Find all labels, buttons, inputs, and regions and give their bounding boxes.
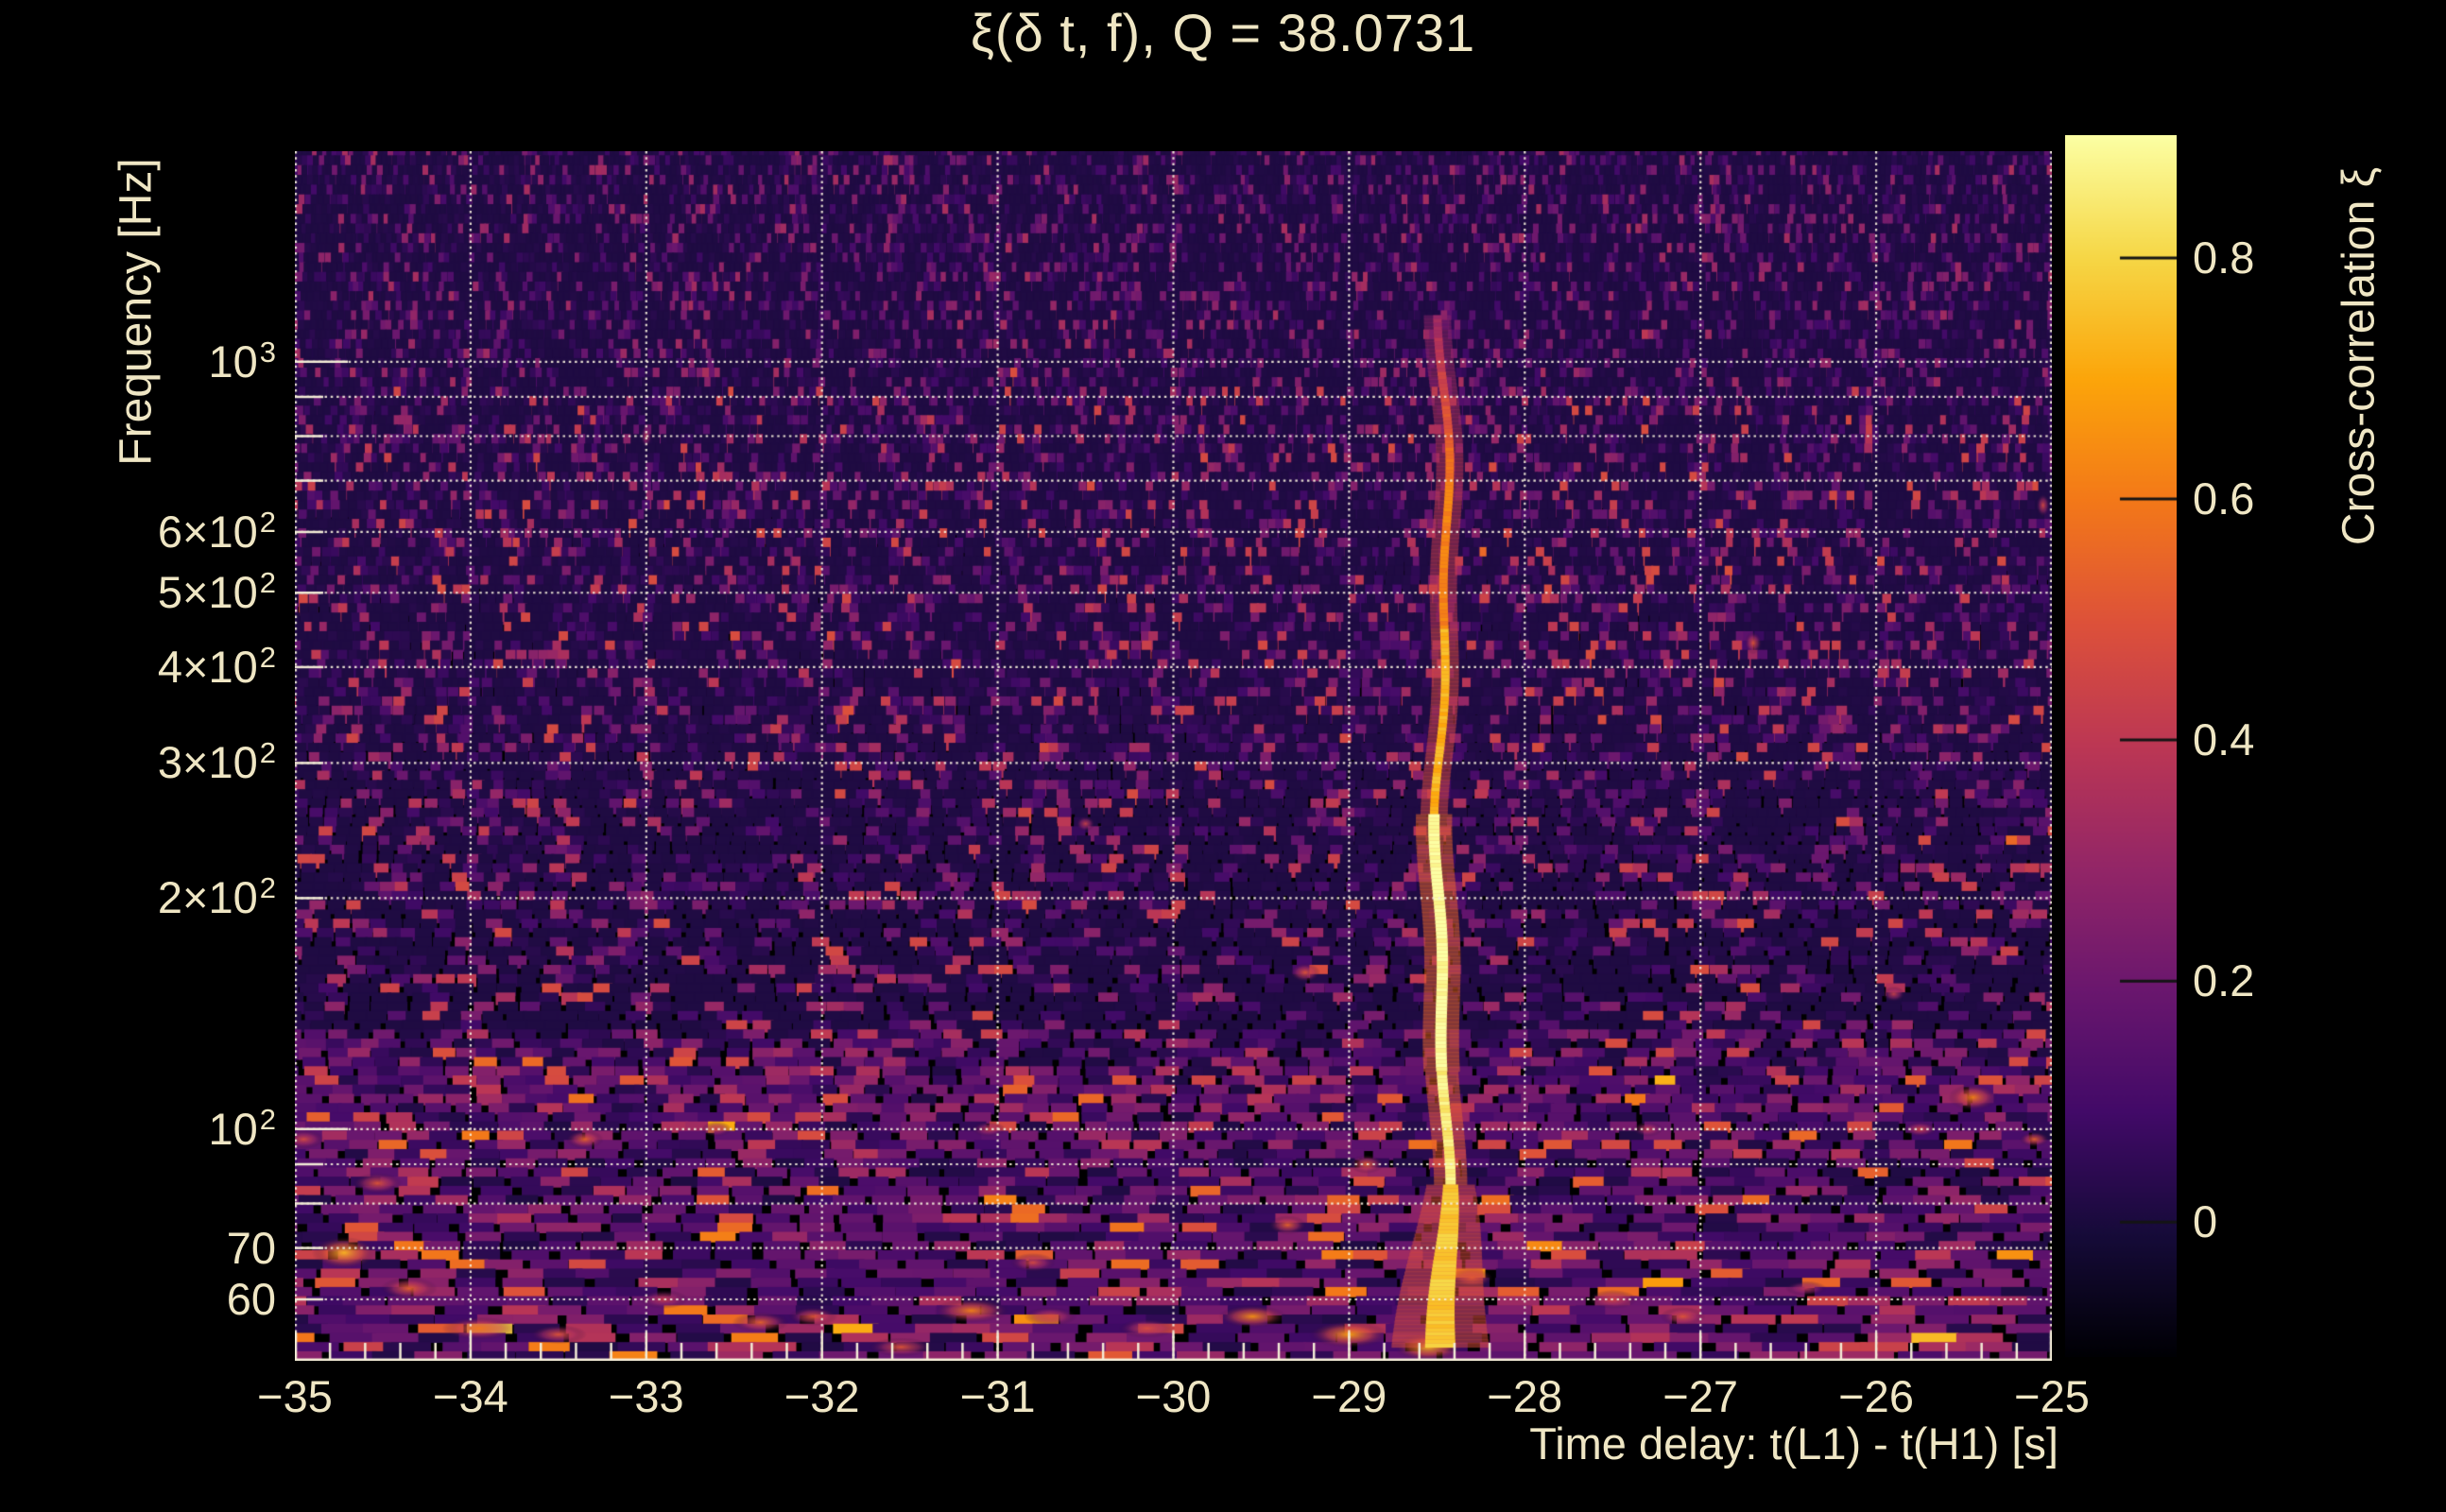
y-tick-label: 102 <box>208 1102 276 1154</box>
y-tick-label: 2×102 <box>157 871 276 923</box>
y-tick-label: 5×102 <box>157 566 276 618</box>
x-tick-label: −29 <box>1311 1371 1387 1421</box>
colorbar-tick-label: 0.6 <box>2193 473 2255 524</box>
x-tick-label: −32 <box>784 1371 860 1421</box>
y-tick-label: 70 <box>226 1222 276 1273</box>
x-tick-label: −31 <box>959 1371 1036 1421</box>
y-tick-label: 6×102 <box>157 505 276 557</box>
x-tick-label: −33 <box>608 1371 684 1421</box>
cross-correlation-figure: ξ(δ t, f), Q = 38.0731 Frequency [Hz] Ti… <box>0 0 2446 1512</box>
x-axis-title: Time delay: t(L1) - t(H1) [s] <box>1529 1418 2058 1469</box>
x-tick-label: −27 <box>1662 1371 1739 1421</box>
x-tick-label: −35 <box>257 1371 333 1421</box>
plot-title: ξ(δ t, f), Q = 38.0731 <box>970 3 1476 62</box>
x-tick-label: −28 <box>1487 1371 1563 1421</box>
y-tick-label: 60 <box>226 1273 276 1324</box>
y-tick-label: 103 <box>208 335 276 387</box>
x-tick-label: −34 <box>433 1371 508 1421</box>
colorbar-tick-label: 0.4 <box>2193 714 2255 765</box>
colorbar-tick-label: 0.2 <box>2193 955 2255 1006</box>
y-axis-title: Frequency [Hz] <box>111 158 162 466</box>
x-tick-label: −30 <box>1135 1371 1212 1421</box>
y-tick-label: 4×102 <box>157 640 276 692</box>
x-tick-label: −25 <box>2014 1371 2090 1421</box>
colorbar-tick-label: 0.8 <box>2193 232 2255 284</box>
colorbar-title: Cross-correlation ξ <box>2334 166 2385 546</box>
y-tick-label: 3×102 <box>157 736 276 788</box>
x-tick-label: −26 <box>1838 1371 1914 1421</box>
colorbar-tick-label: 0 <box>2193 1196 2218 1247</box>
heatmap-canvas <box>295 151 2052 1361</box>
colorbar <box>2065 135 2177 1357</box>
